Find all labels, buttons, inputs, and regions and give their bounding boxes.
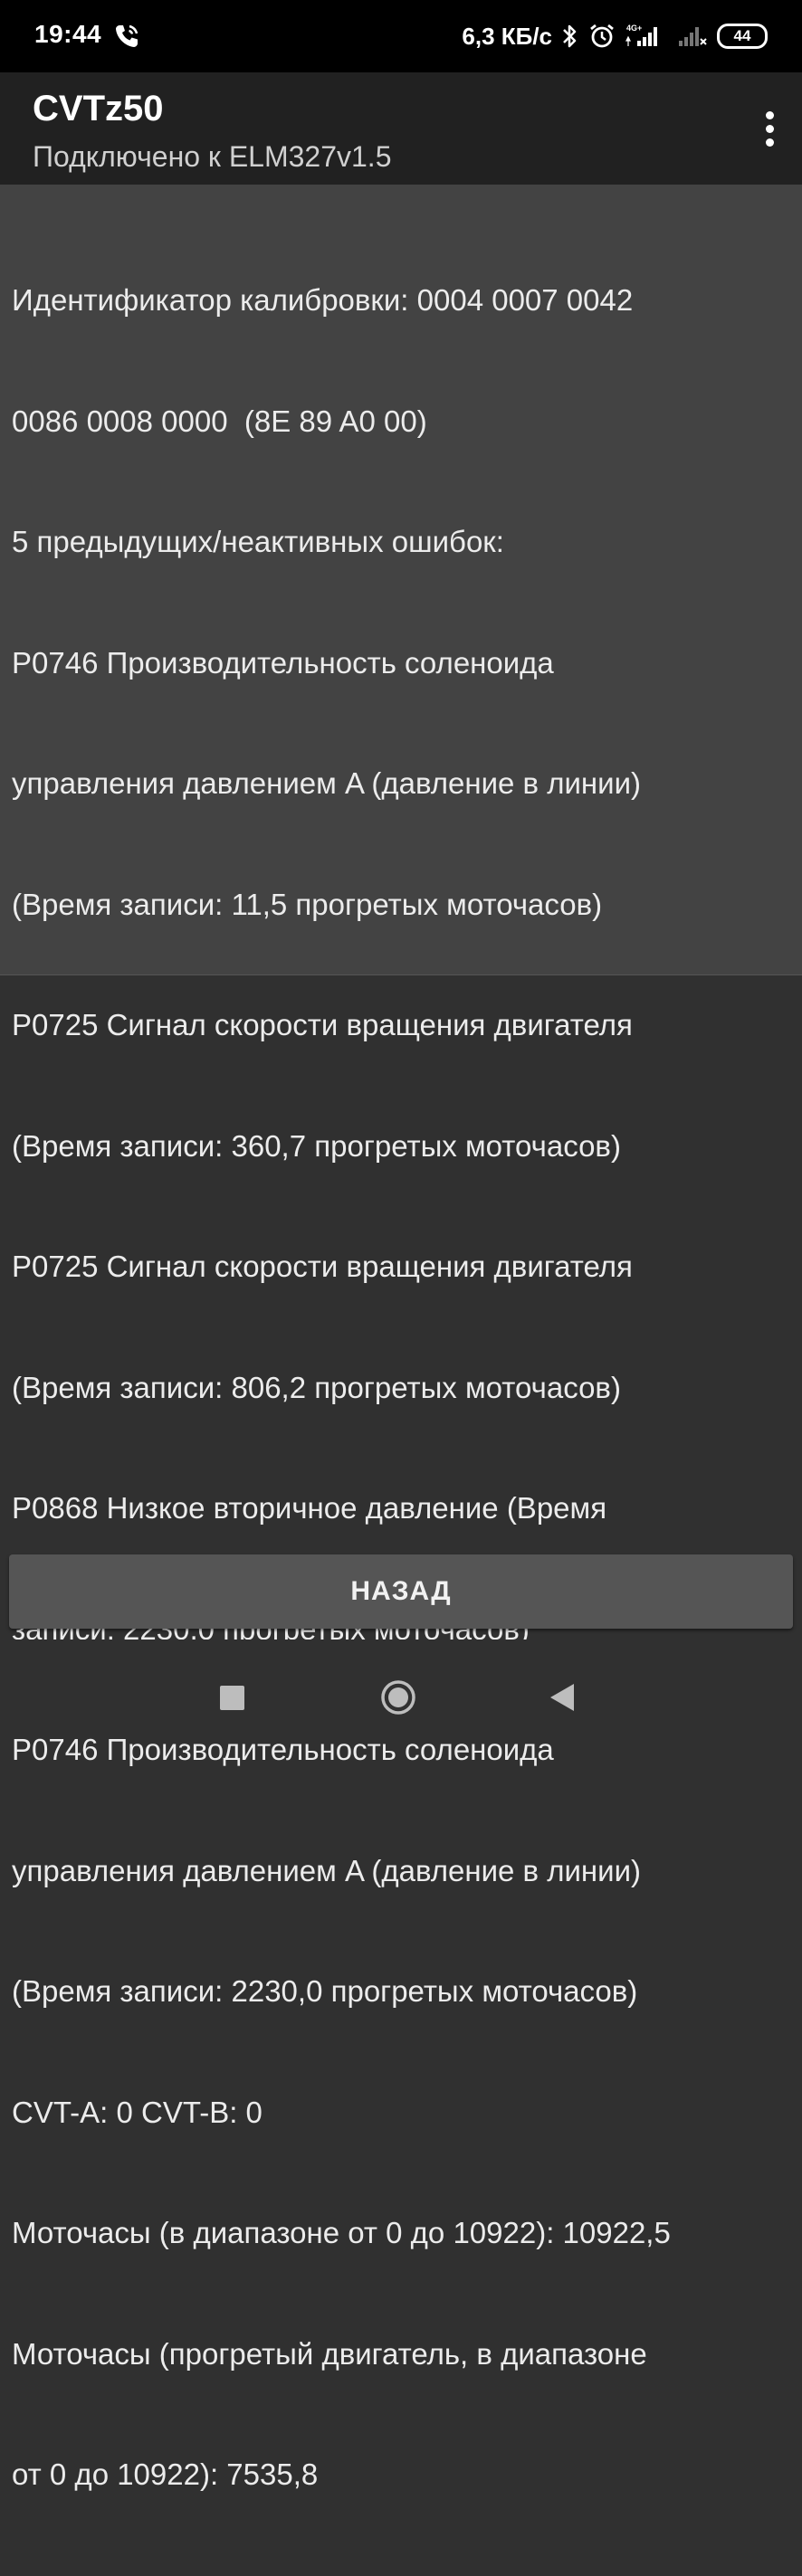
back-button[interactable]: НАЗАД <box>9 1554 793 1629</box>
connection-status: Подключено к ELM327v1.5 <box>33 140 392 173</box>
diagnostics-report-text: Идентификатор калибровки: 0004 0007 0042… <box>12 200 799 2576</box>
recents-square-icon[interactable] <box>220 1686 244 1710</box>
status-indicators: 6,3 КБ/с 4G+ 44 <box>462 18 768 54</box>
report-line: P0868 Низкое вторичное давление (Время <box>12 1491 607 1525</box>
report-line: 5 предыдущих/неактивных ошибок: <box>12 525 504 558</box>
status-time: 19:44 <box>34 20 102 48</box>
back-triangle-icon[interactable] <box>549 1682 576 1713</box>
app-title: CVTz50 <box>33 89 164 128</box>
report-line: 0086 0008 0000 (8E 89 A0 00) <box>12 404 427 438</box>
signal-icon: 4G+ <box>625 24 657 46</box>
report-line: управления давлением A (давление в линии… <box>12 766 641 800</box>
report-line: Идентификатор калибровки: 0004 0007 0042 <box>12 283 634 317</box>
report-line: (Время записи: 360,7 прогретых моточасов… <box>12 1128 621 1163</box>
home-circle-icon[interactable] <box>380 1679 416 1716</box>
bluetooth-icon <box>563 24 577 48</box>
report-line: управления давлением A (давление в линии… <box>12 1853 641 1887</box>
network-type: 4G+ <box>626 24 642 33</box>
status-bar: 19:44 6,3 КБ/с 4G+ 44 <box>0 0 802 72</box>
report-line: Моточасы (прогретый двигатель, в диапазо… <box>12 2336 647 2371</box>
report-line: Моточасы (в диапазоне от 0 до 10922): 10… <box>12 2216 671 2249</box>
report-line: CVT-A: 0 CVT-B: 0 <box>12 2095 263 2129</box>
phone-call-icon <box>116 24 138 47</box>
system-navigation-bar <box>0 1640 802 1737</box>
report-line: P0725 Сигнал скорости вращения двигателя <box>12 1250 633 1283</box>
signal-no-service-icon <box>679 27 707 46</box>
report-line: (Время записи: 2230,0 прогретых моточасо… <box>12 1974 638 2008</box>
overflow-dot <box>765 124 774 133</box>
report-line: от 0 до 10922): 7535,8 <box>12 2457 319 2491</box>
overflow-dot <box>765 138 774 147</box>
report-line: P0746 Производительность соленоида <box>12 645 554 680</box>
report-line: (Время записи: 806,2 прогретых моточасов… <box>12 1370 621 1404</box>
report-line: P0725 Сигнал скорости вращения двигателя <box>12 1008 633 1041</box>
alarm-icon <box>590 24 614 48</box>
network-speed: 6,3 КБ/с <box>462 22 552 50</box>
app-bar: CVTz50 Подключено к ELM327v1.5 <box>0 72 802 185</box>
more-vert-icon[interactable] <box>749 103 789 154</box>
report-line: (Время записи: 11,5 прогретых моточасов) <box>12 887 603 921</box>
battery-indicator: 44 <box>717 24 768 49</box>
diagnostics-report-panel: Идентификатор калибровки: 0004 0007 0042… <box>0 185 802 2491</box>
overflow-dot <box>765 110 774 119</box>
